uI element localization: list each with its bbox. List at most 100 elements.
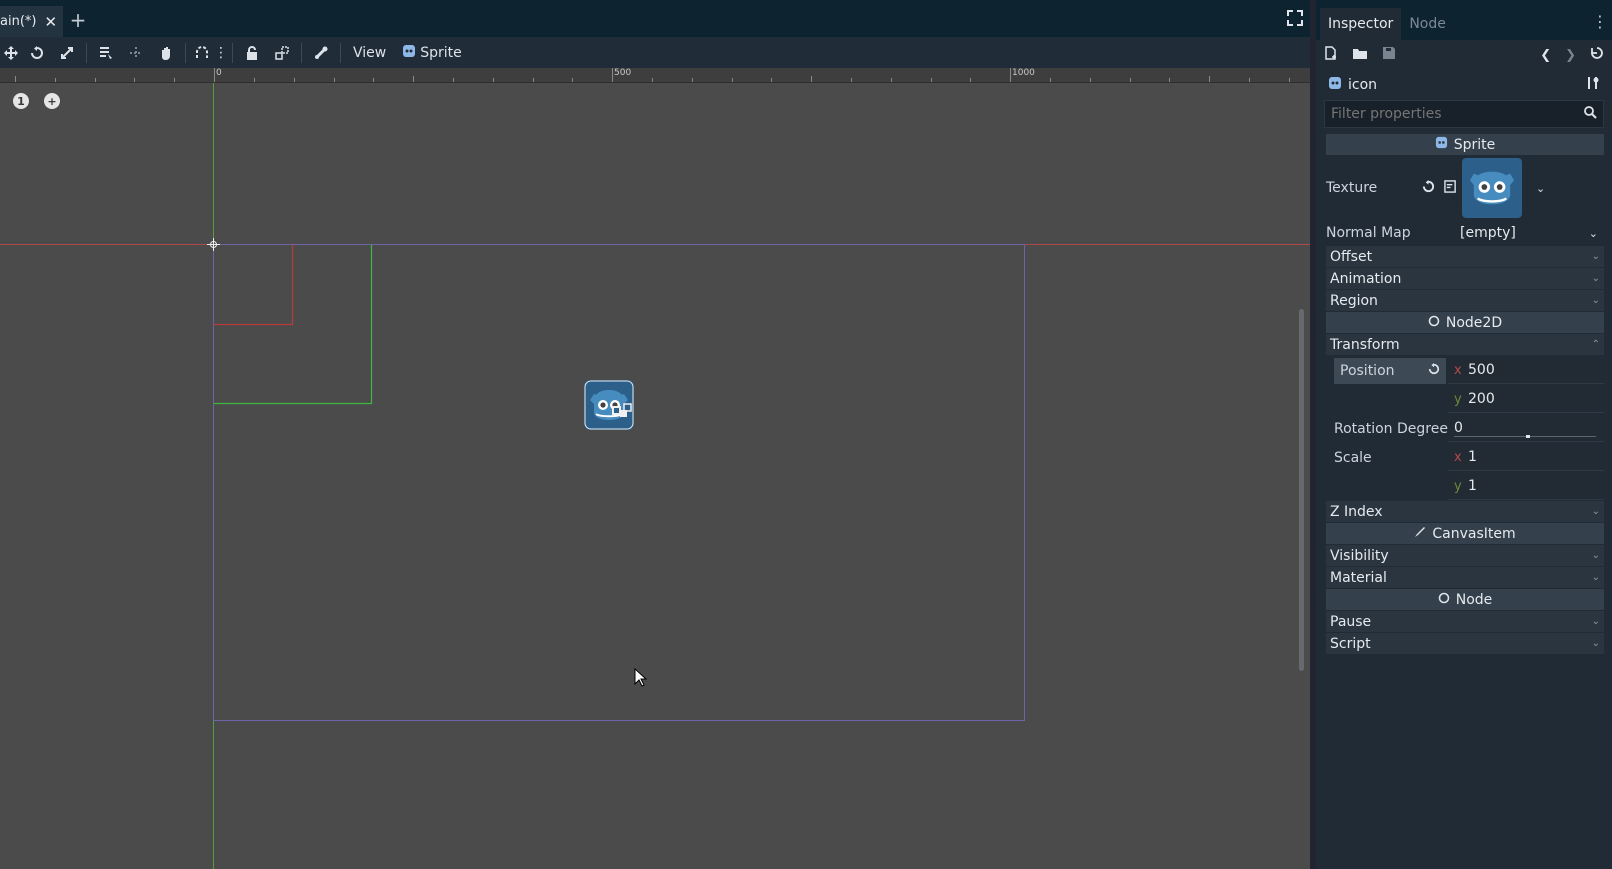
chevron-down-icon[interactable]: ⌄ <box>1536 182 1545 195</box>
view-menu[interactable]: View <box>345 45 394 61</box>
sprite-menu[interactable]: Sprite <box>394 44 470 62</box>
position-x-value: 500 <box>1468 362 1495 378</box>
toolbar-separator <box>185 42 186 63</box>
revert-icon[interactable] <box>1422 179 1444 197</box>
section-node[interactable]: Node <box>1326 589 1604 610</box>
scale-y-value: 1 <box>1468 478 1477 494</box>
group-transform-label: Transform <box>1330 336 1400 353</box>
chevron-down-icon: ⌄ <box>1591 295 1600 306</box>
history-back-icon[interactable]: ❮ <box>1540 48 1551 63</box>
tab-node[interactable]: Node <box>1401 8 1454 40</box>
section-canvas-item-label: CanvasItem <box>1432 525 1516 542</box>
bone-icon[interactable] <box>306 38 336 68</box>
tools-icon[interactable] <box>1586 76 1600 94</box>
tab-inspector[interactable]: Inspector <box>1320 8 1402 40</box>
normal-map-value[interactable]: [empty] <box>1460 225 1589 241</box>
chevron-down-icon[interactable]: ⌄ <box>1589 227 1598 240</box>
scale-y-field[interactable]: y 1 <box>1448 473 1604 500</box>
rotation-slider-track <box>1454 435 1596 437</box>
filter-properties-input[interactable] <box>1331 106 1584 122</box>
group-transform[interactable]: Transform ⌃ <box>1326 334 1604 355</box>
pan-hand-icon[interactable] <box>151 38 181 68</box>
transform-properties: Position x 500 y 200 Rotation Degree 0 S… <box>1326 356 1604 501</box>
rotation-slider-field[interactable]: 0 <box>1448 415 1604 442</box>
axis-y-label: y <box>1454 391 1462 407</box>
node-name: icon <box>1348 77 1378 93</box>
rotate-icon[interactable] <box>22 38 52 68</box>
menu-dots-icon[interactable]: ⋮ <box>1592 12 1608 31</box>
toolbar-separator <box>340 42 341 63</box>
tab-inspector-label: Inspector <box>1328 16 1394 32</box>
search-icon <box>1584 105 1597 123</box>
vertical-scrollbar[interactable] <box>1299 309 1304 671</box>
group-visibility[interactable]: Visibility ⌄ <box>1326 545 1604 566</box>
chevron-down-icon: ⌄ <box>1591 616 1600 627</box>
chevron-down-icon: ⌄ <box>1591 273 1600 284</box>
texture-options-icon[interactable] <box>1444 179 1462 197</box>
filter-properties[interactable] <box>1324 100 1604 128</box>
chevron-down-icon: ⌄ <box>1591 251 1600 262</box>
list-select-icon[interactable] <box>91 38 121 68</box>
position-x-field[interactable]: x 500 <box>1448 357 1604 384</box>
group-offset[interactable]: Offset ⌄ <box>1326 246 1604 267</box>
group-icon[interactable] <box>267 38 297 68</box>
group-region[interactable]: Region ⌄ <box>1326 290 1604 311</box>
group-z-index-label: Z Index <box>1330 503 1383 520</box>
position-y-field[interactable]: y 200 <box>1448 386 1604 413</box>
position-property: Position x 500 <box>1334 356 1604 385</box>
new-resource-icon[interactable] <box>1324 46 1338 64</box>
section-canvas-item[interactable]: CanvasItem <box>1326 523 1604 544</box>
edited-node-row[interactable]: icon <box>1316 70 1612 100</box>
scene-tab-main[interactable]: ain(*) ✕ <box>0 6 64 37</box>
section-sprite[interactable]: Sprite <box>1326 134 1604 155</box>
group-material-label: Material <box>1330 569 1387 586</box>
viewport-frame <box>213 244 1025 721</box>
texture-preview[interactable] <box>1462 158 1522 218</box>
canvas-viewport[interactable]: 1 + <box>0 83 1310 869</box>
object-history-icon[interactable] <box>1590 46 1604 64</box>
axis-x-label: x <box>1454 449 1462 465</box>
chevron-up-icon: ⌃ <box>1591 339 1600 350</box>
open-folder-icon[interactable] <box>1352 46 1368 64</box>
canvas-toolbar: ⋮ View Sprite <box>0 37 1310 68</box>
horizontal-ruler[interactable]: 0 500 1000 <box>0 68 1310 83</box>
toolbar-separator <box>86 42 87 63</box>
history-forward-icon[interactable]: ❯ <box>1565 48 1576 63</box>
group-animation-label: Animation <box>1330 270 1402 287</box>
canvas-editor: ain(*) ✕ + ⋮ View Sprite 0 500 1000 1 + <box>0 0 1310 869</box>
group-visibility-label: Visibility <box>1330 547 1389 564</box>
close-icon[interactable]: ✕ <box>44 13 57 31</box>
group-material[interactable]: Material ⌄ <box>1326 567 1604 588</box>
group-z-index[interactable]: Z Index ⌄ <box>1326 501 1604 522</box>
mouse-cursor <box>634 667 648 692</box>
rotation-value: 0 <box>1454 420 1463 436</box>
axis-y-label: y <box>1454 478 1462 494</box>
group-script[interactable]: Script ⌄ <box>1326 633 1604 654</box>
sprite-icon <box>402 44 416 62</box>
lock-icon[interactable] <box>237 38 267 68</box>
inspector-tabs: Inspector Node ⋮ <box>1316 0 1612 40</box>
godot-sprite-icon[interactable] <box>584 380 640 436</box>
rotation-property: Rotation Degree 0 <box>1334 414 1604 443</box>
add-tab-icon[interactable]: + <box>66 6 90 34</box>
scale-property: Scale x 1 <box>1334 443 1604 472</box>
scale-x-field[interactable]: x 1 <box>1448 444 1604 471</box>
ruler-label: 500 <box>614 68 632 78</box>
save-icon[interactable] <box>1382 46 1396 64</box>
rotation-slider-grabber[interactable] <box>1526 434 1530 438</box>
texture-property: Texture ⌄ <box>1326 156 1604 220</box>
fullscreen-icon[interactable] <box>1287 10 1303 30</box>
pivot-icon[interactable] <box>121 38 151 68</box>
rotation-label: Rotation Degree <box>1334 420 1448 437</box>
group-animation[interactable]: Animation ⌄ <box>1326 268 1604 289</box>
group-pause[interactable]: Pause ⌄ <box>1326 611 1604 632</box>
position-y-value: 200 <box>1468 391 1495 407</box>
section-node2d[interactable]: Node2D <box>1326 312 1604 333</box>
snap-icon[interactable] <box>190 38 214 68</box>
toolbar-separator <box>301 42 302 63</box>
move-icon[interactable] <box>0 38 22 68</box>
snap-options-icon[interactable]: ⋮ <box>214 38 228 68</box>
chevron-down-icon: ⌄ <box>1591 572 1600 583</box>
scale-icon[interactable] <box>52 38 82 68</box>
revert-icon[interactable] <box>1428 362 1440 379</box>
